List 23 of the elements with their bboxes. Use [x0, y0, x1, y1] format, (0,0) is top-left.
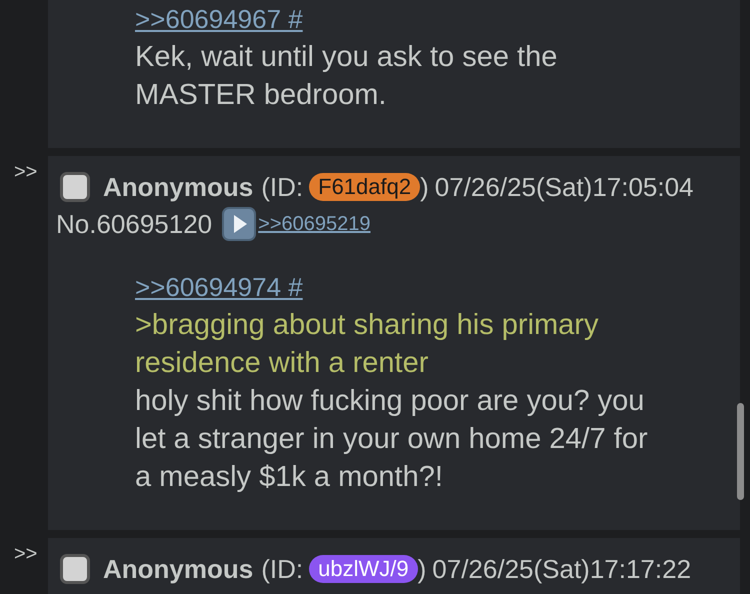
play-icon[interactable]	[222, 207, 256, 241]
post-text: Kek, wait until you ask to see the MASTER bedroom.	[135, 40, 558, 113]
poster-id-badge: ubzlWJ/9	[309, 555, 418, 583]
post-datetime: 07/26/25(Sat)17:05:04	[434, 171, 694, 204]
scrollbar[interactable]	[737, 403, 744, 500]
post-arrow: >>	[14, 543, 38, 565]
id-label: (ID:	[261, 171, 304, 204]
poster-id-badge: F61dafq2	[309, 173, 420, 201]
poster-name: Anonymous	[103, 553, 254, 586]
greentext: >bragging about sharing his primary residence with a renter	[135, 308, 600, 381]
id-close: )	[420, 171, 429, 204]
post-text: holy shit how fucking poor are you? you let a stranger in your own home 24/7 for a measly $1k a month?!	[135, 384, 649, 495]
poster-name: Anonymous	[103, 171, 254, 204]
quote-link[interactable]: >>60694967 #	[135, 0, 303, 38]
backlink[interactable]: >>60695219	[258, 205, 370, 243]
post-datetime: 07/26/25(Sat)17:17:22	[432, 553, 692, 586]
quote-link[interactable]: >>60694974 #	[135, 268, 303, 306]
id-label: (ID:	[261, 553, 304, 586]
checkbox[interactable]	[60, 554, 90, 584]
post-arrow: >>	[14, 161, 38, 183]
id-close: )	[418, 553, 426, 586]
checkbox[interactable]	[60, 172, 90, 202]
post-number[interactable]: No.60695120	[56, 205, 212, 243]
